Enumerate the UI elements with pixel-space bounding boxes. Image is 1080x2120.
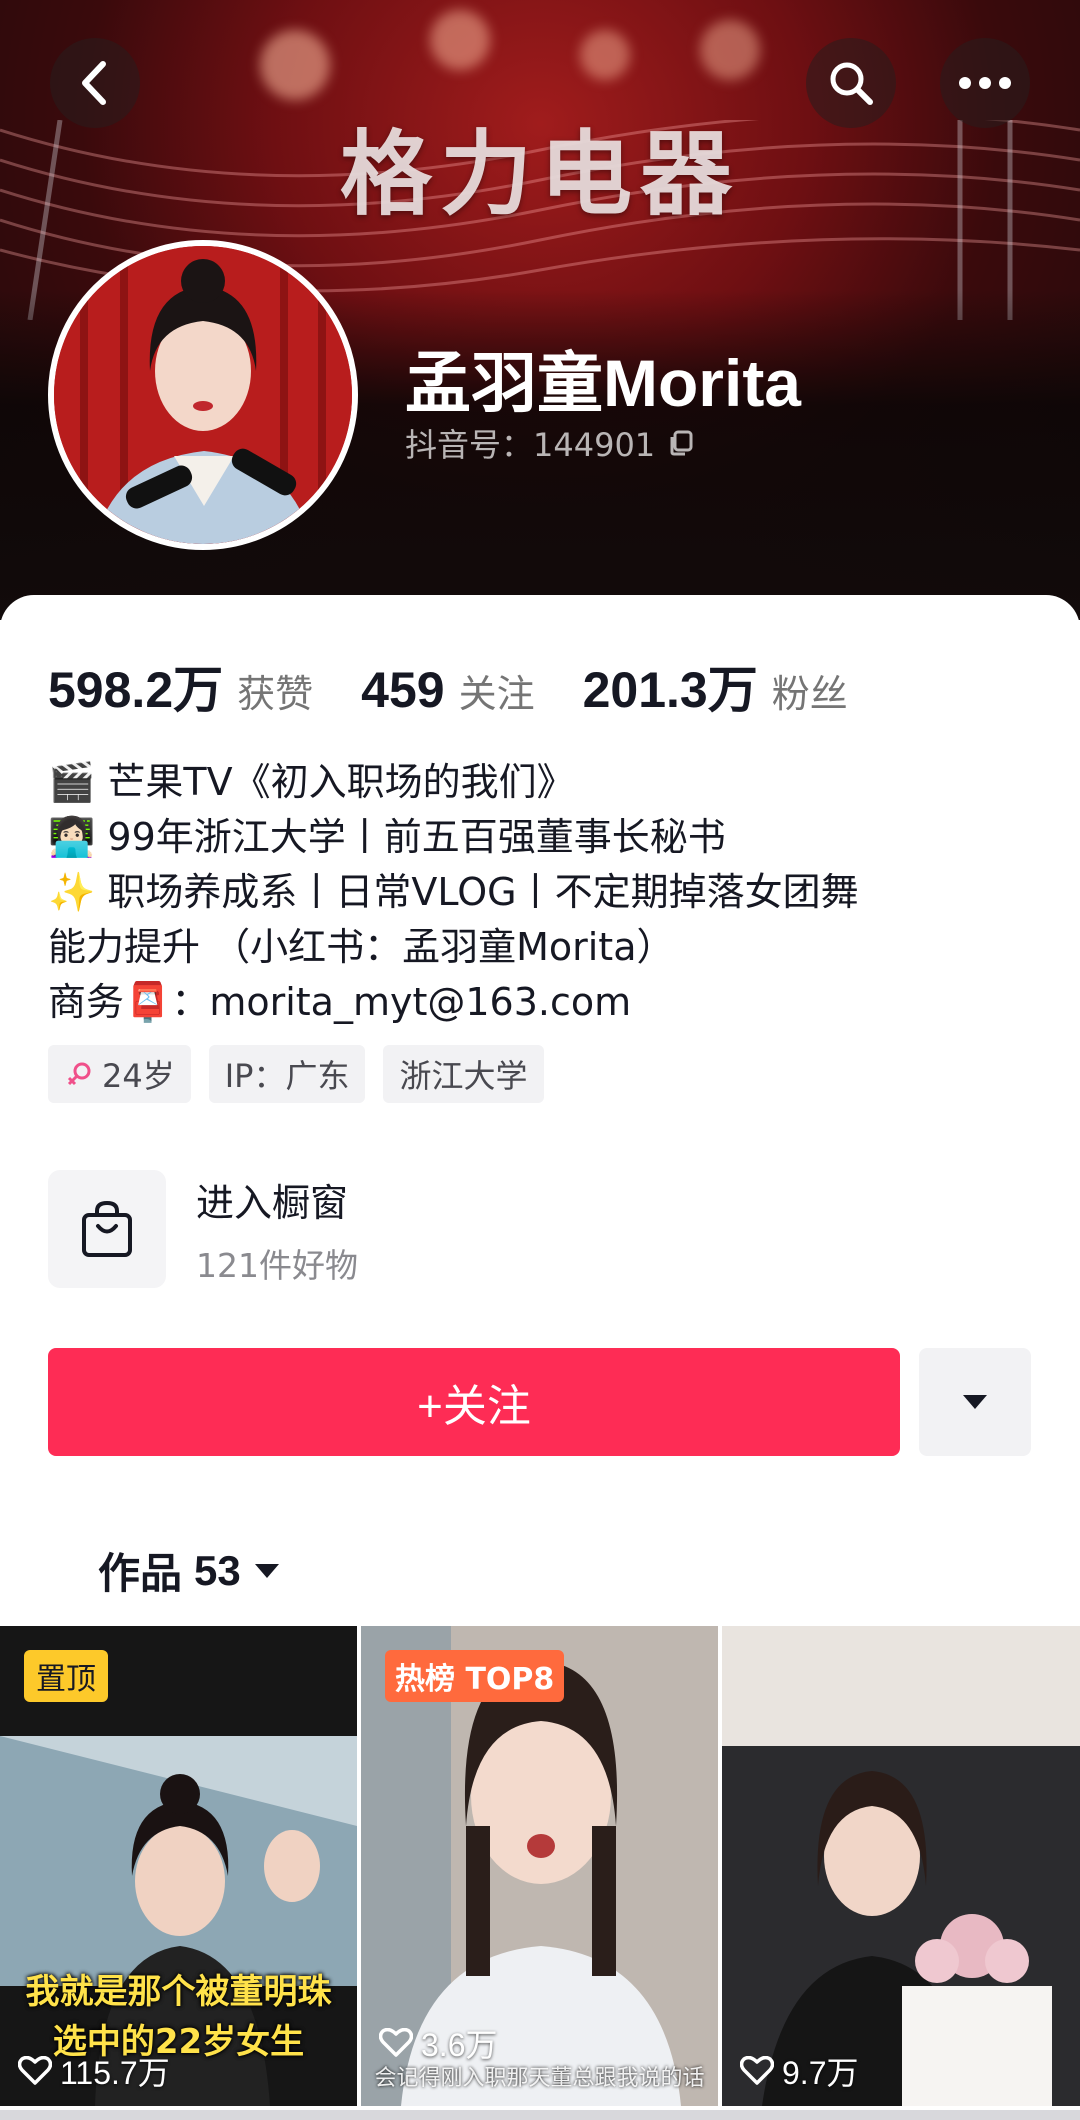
video-tile[interactable]: 置顶 我就是那个被董明珠 选中的22岁女生 115.7万 [0,1626,357,2106]
tab-works[interactable]: 作品 53 [98,1540,281,1601]
video-likes: 115.7万 [18,2048,170,2094]
followers-count[interactable]: 201.3万 [583,650,758,722]
douyin-id-row[interactable]: 抖音号：144901 [405,420,695,466]
video-grid: 置顶 我就是那个被董明珠 选中的22岁女生 115.7万 热榜 TOP8 会记得… [0,1626,1080,2120]
video-thumbnail [722,1626,1080,2106]
bio-line: ✨ 职场养成系丨日常VLOG丨不定期掉落女团舞 [48,870,859,914]
video-likes-count: 9.7万 [782,2055,859,2091]
bio-line: 👩🏻‍💻 99年浙江大学丨前五百强董事长秘书 [48,815,726,859]
age-tag-text: 24岁 [102,1057,175,1095]
likes-count: 598.2万 [48,662,224,718]
stats-row: 598.2万 获赞 459 关注 201.3万 粉丝 [48,650,896,722]
next-row-peek [0,2110,1080,2120]
chevron-left-icon [82,61,106,105]
age-tag: 24岁 [48,1045,191,1103]
ip-location-tag: IP：广东 [208,1045,366,1103]
shop-item-count: 121件好物 [196,1245,358,1285]
video-caption: 我就是那个被董明珠 [25,1972,332,2012]
shop-icon-box [48,1170,166,1288]
video-likes-count: 3.6万 [421,2027,498,2063]
heart-icon [379,2028,413,2057]
search-icon [830,62,873,105]
more-options-button[interactable] [940,38,1030,128]
profile-card: 598.2万 获赞 459 关注 201.3万 粉丝 🎬 芒果TV《初入职场的我… [0,595,1080,1625]
caret-down-icon [963,1395,987,1409]
bio: 🎬 芒果TV《初入职场的我们》 👩🏻‍💻 99年浙江大学丨前五百强董事长秘书 ✨… [48,755,1048,1030]
douyin-id-text: 抖音号：144901 [405,426,656,464]
school-tag[interactable]: 浙江大学 [383,1045,544,1103]
following-count[interactable]: 459 [361,661,444,719]
bio-line: 🎬 芒果TV《初入职场的我们》 [48,760,575,804]
shopping-bag-icon [82,1200,132,1257]
avatar-photo [54,246,352,544]
back-button[interactable] [50,38,140,128]
profile-tags: 24岁 IP：广东 浙江大学 [48,1045,544,1103]
shop-title: 进入橱窗 [196,1180,349,1225]
video-likes: 9.7万 [740,2048,859,2094]
hot-list-badge: 热榜 TOP8 [385,1650,565,1702]
caret-down-icon [254,1563,279,1578]
bio-line: 商务📮：morita_myt@163.com [48,980,632,1024]
avatar[interactable] [48,240,358,550]
video-likes: 3.6万 [379,2020,498,2066]
more-dots-icon [959,77,1011,89]
shop-entry[interactable]: 进入橱窗 121件好物 [48,1170,358,1288]
heart-icon [18,2056,52,2085]
recommend-dropdown-button[interactable] [919,1348,1031,1456]
video-tile[interactable]: 9.7万 [722,1626,1080,2106]
following-label[interactable]: 关注 [459,663,535,718]
female-icon [67,1062,91,1086]
works-tab-label: 作品 [98,1549,183,1598]
video-likes-count: 115.7万 [60,2055,170,2091]
video-tile[interactable]: 热榜 TOP8 会记得刚入职那天董总跟我说的话 3.6万 [361,1626,718,2106]
bio-line: 能力提升 （小红书：孟羽童Morita） [48,925,675,969]
copy-icon[interactable] [667,429,695,457]
nickname: 孟羽童Morita [405,346,801,420]
cover-brand-text: 格力电器 [339,121,740,228]
follow-button[interactable]: +关注 [48,1348,900,1456]
works-tab-count: 53 [194,1546,241,1594]
likes-label: 获赞 [237,672,314,716]
pinned-badge: 置顶 [24,1650,108,1702]
followers-label[interactable]: 粉丝 [772,663,848,718]
heart-icon [740,2056,774,2085]
search-button[interactable] [806,38,896,128]
